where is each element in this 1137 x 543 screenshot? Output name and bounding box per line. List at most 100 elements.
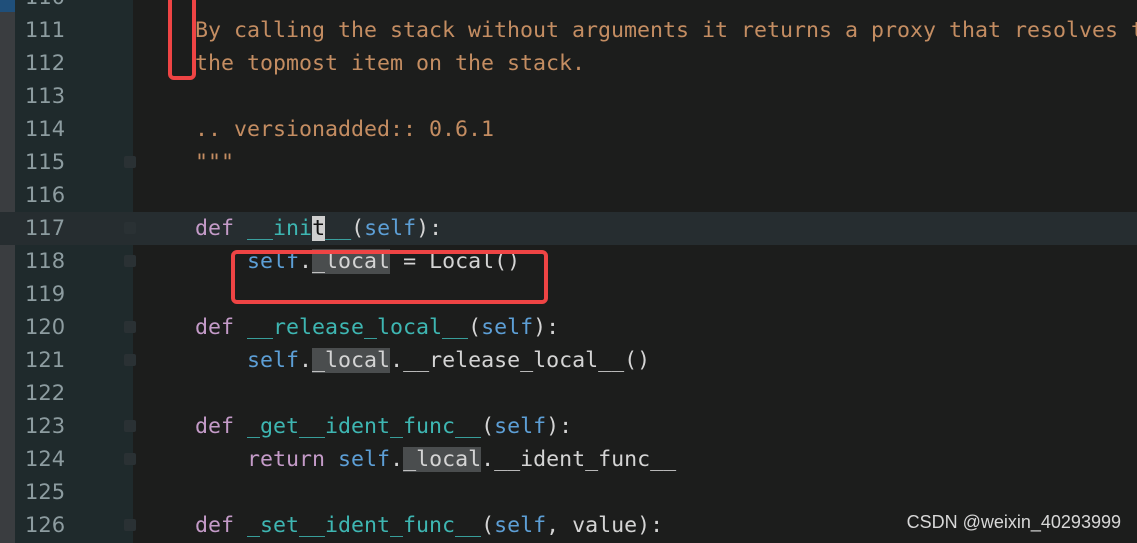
line-number: 123 <box>25 414 66 438</box>
code-token: self <box>494 414 547 439</box>
line-number: 115 <box>25 150 66 174</box>
line-number: 112 <box>25 51 66 75</box>
watermark: CSDN @weixin_40293999 <box>906 512 1121 532</box>
code-token: By calling the stack without arguments i… <box>195 18 1137 43</box>
fold-marker-icon[interactable] <box>124 453 136 465</box>
code-token: return <box>247 447 326 472</box>
code-token: ( <box>481 513 495 538</box>
line-number: 117 <box>25 216 66 240</box>
code-token: .__release_local__() <box>390 348 651 373</box>
line-number: 120 <box>25 315 66 339</box>
code-token: __release_local__ <box>247 315 469 340</box>
fold-marker-icon[interactable] <box>124 321 136 333</box>
code-token: __ <box>325 216 352 241</box>
line-number: 116 <box>25 183 66 207</box>
code-text: def _get__ident_func__(self): <box>143 410 572 443</box>
code-token: def <box>195 414 235 439</box>
line-number: 119 <box>25 282 66 306</box>
code-token: __ini <box>247 216 313 241</box>
code-line[interactable]: 124 return self._local.__ident_func__ <box>0 443 1137 476</box>
code-token: _local <box>312 348 391 373</box>
code-text: def _set__ident_func__(self, value): <box>143 509 663 542</box>
code-token: ): <box>533 315 560 340</box>
code-line[interactable]: 113 <box>0 80 1137 113</box>
code-line[interactable]: 120 def __release_local__(self): <box>0 311 1137 344</box>
code-token: self <box>364 216 417 241</box>
code-token: """ <box>195 150 235 175</box>
code-token: ): <box>546 414 573 439</box>
code-token: . <box>299 348 313 373</box>
code-line[interactable]: 119 <box>0 278 1137 311</box>
code-token: _get__ident_func__ <box>247 414 482 439</box>
annotation-box-local <box>231 250 548 304</box>
annotation-box-docstring <box>168 0 196 80</box>
line-number: 124 <box>25 447 66 471</box>
code-token: ( <box>481 414 495 439</box>
code-line[interactable]: 125 <box>0 476 1137 509</box>
code-token: self <box>338 447 391 472</box>
code-text: .. versionadded:: 0.6.1 <box>143 113 494 146</box>
code-text: def __release_local__(self): <box>143 311 559 344</box>
fold-marker-icon[interactable] <box>124 519 136 531</box>
code-token: ( <box>351 216 365 241</box>
fold-marker-icon[interactable] <box>124 354 136 366</box>
line-number: 110 <box>25 0 85 14</box>
code-line[interactable]: 114 .. versionadded:: 0.6.1 <box>0 113 1137 146</box>
line-number: 111 <box>25 18 66 42</box>
code-token: ( <box>468 315 482 340</box>
fold-marker-icon[interactable] <box>124 420 136 432</box>
code-line[interactable]: 115 """ <box>0 146 1137 179</box>
fold-marker-icon[interactable] <box>124 156 136 168</box>
line-number: 122 <box>25 381 66 405</box>
line-number: 121 <box>25 348 66 372</box>
code-line[interactable]: 116 <box>0 179 1137 212</box>
code-text: By calling the stack without arguments i… <box>143 14 1137 47</box>
fold-marker-icon[interactable] <box>124 255 136 267</box>
code-token: .. versionadded:: 0.6.1 <box>195 117 495 142</box>
line-number: 114 <box>25 117 66 141</box>
code-text: the topmost item on the stack. <box>143 47 585 80</box>
code-line[interactable]: 122 <box>0 377 1137 410</box>
code-text: self._local.__release_local__() <box>143 344 650 377</box>
code-line[interactable]: 123 def _get__ident_func__(self): <box>0 410 1137 443</box>
code-token: _local <box>403 447 482 472</box>
code-token: def <box>195 315 235 340</box>
code-line[interactable]: 117 def __init__(self): <box>0 212 1137 245</box>
code-token: self <box>247 348 300 373</box>
fold-marker-icon[interactable] <box>124 222 136 234</box>
code-token: . <box>390 447 404 472</box>
line-number: 125 <box>25 480 66 504</box>
code-token: the topmost item on the stack. <box>195 51 586 76</box>
code-token: self <box>494 513 547 538</box>
code-line[interactable]: 118 self._local = Local() <box>0 245 1137 278</box>
code-token: def <box>195 513 235 538</box>
line-number: 113 <box>25 84 66 108</box>
code-token: .__ident_func__ <box>481 447 677 472</box>
code-token: _set__ident_func__ <box>247 513 482 538</box>
code-text: return self._local.__ident_func__ <box>143 443 676 476</box>
line-number: 126 <box>25 513 66 537</box>
code-editor[interactable]: 110 111 By calling the stack without argu… <box>0 0 1137 543</box>
code-text: def __init__(self): <box>143 212 442 245</box>
code-token: self <box>481 315 534 340</box>
code-token: ): <box>416 216 443 241</box>
code-token: def <box>195 216 235 241</box>
code-text: """ <box>143 146 234 179</box>
line-number: 118 <box>25 249 66 273</box>
code-token: , value): <box>546 513 664 538</box>
code-token: t <box>312 216 326 241</box>
code-line[interactable]: 121 self._local.__release_local__() <box>0 344 1137 377</box>
